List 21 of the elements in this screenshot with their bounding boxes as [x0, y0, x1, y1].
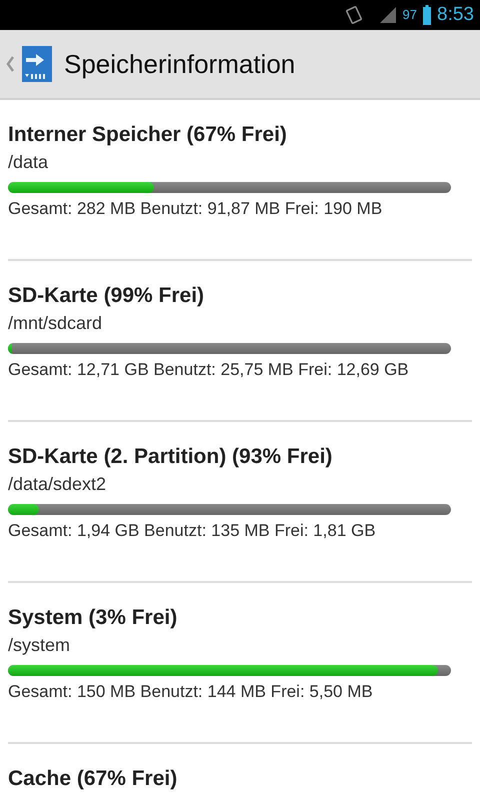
storage-details: Gesamt: 150 MB Benutzt: 144 MB Frei: 5,50 MB — [8, 681, 374, 703]
storage-details: Gesamt: 282 MB Benutzt: 91,87 MB Frei: 190 MB — [8, 198, 384, 220]
clock: 8:53 — [437, 2, 474, 27]
battery-level: 97 — [402, 6, 418, 24]
storage-path: /data/sdext2 — [8, 473, 108, 496]
storage-path: /mnt/sdcard — [8, 312, 104, 335]
storage-title: SD-Karte (99% Frei) — [8, 283, 206, 309]
storage-path: /system — [8, 634, 72, 657]
battery-icon — [423, 5, 432, 25]
back-caret-icon — [6, 56, 14, 72]
vibrate-icon — [344, 5, 363, 25]
storage-title: System (3% Frei) — [8, 605, 178, 631]
storage-details: Gesamt: 12,71 GB Benutzt: 25,75 MB Frei: 12,69 GB — [8, 359, 410, 381]
sd-card-icon — [22, 46, 52, 82]
storage-title: Cache (67% Frei) — [8, 766, 178, 792]
storage-path: /data — [8, 151, 50, 174]
storage-title: SD-Karte (2. Partition) (93% Frei) — [8, 444, 334, 470]
signal-icon — [378, 6, 397, 24]
screen-title: Speicherinformation — [64, 48, 296, 80]
storage-details: Gesamt: 1,94 GB Benutzt: 135 MB Frei: 1,81 GB — [8, 520, 377, 542]
storage-title: Interner Speicher (67% Frei) — [8, 122, 288, 148]
